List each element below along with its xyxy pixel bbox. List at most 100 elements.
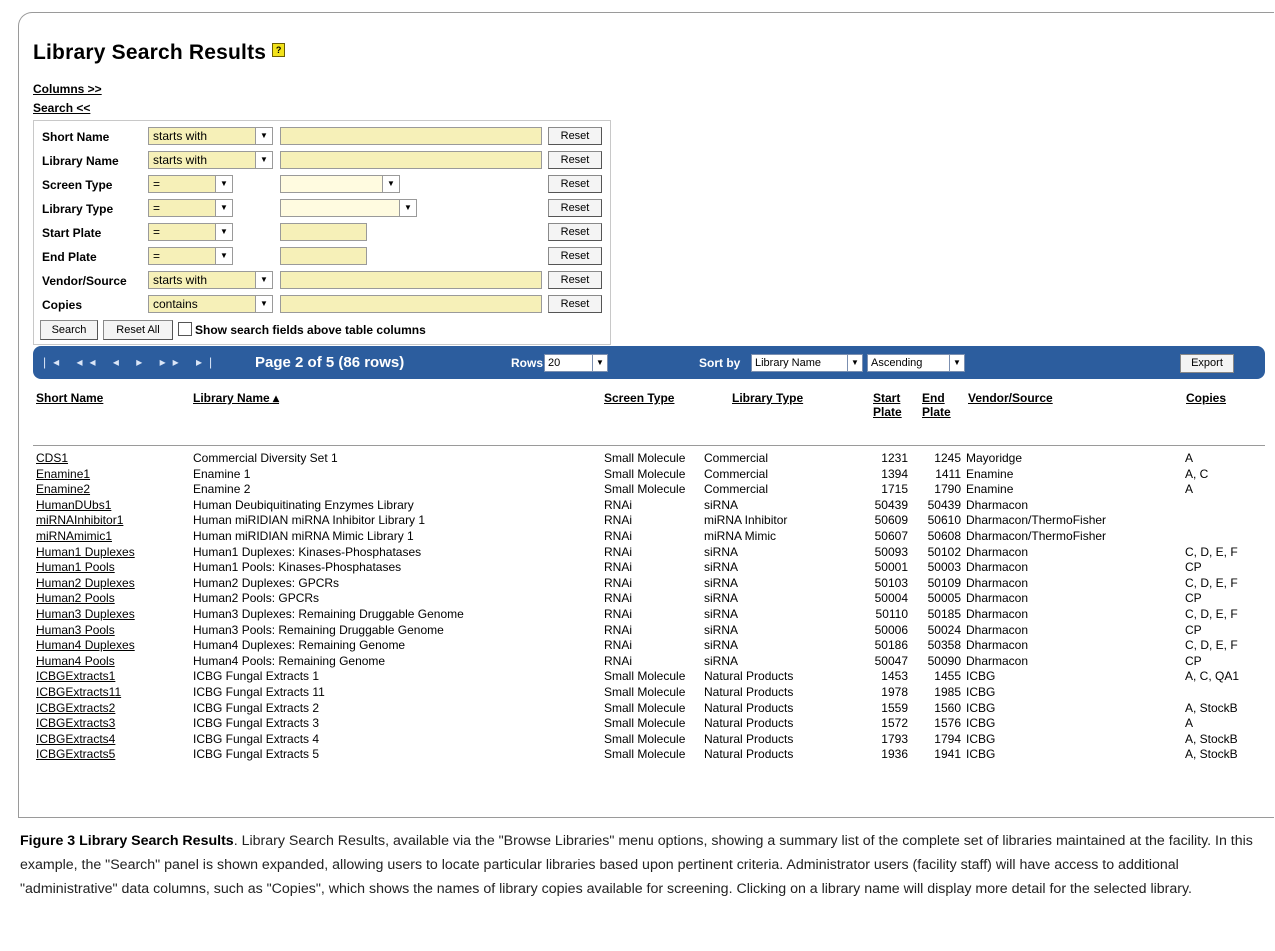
search-value-input[interactable] xyxy=(280,127,542,145)
screen-type-select[interactable]: ▼ xyxy=(280,175,400,193)
reset-button[interactable]: Reset xyxy=(548,223,602,241)
operator-select[interactable]: starts with ▼ xyxy=(148,151,273,169)
back-icon[interactable]: ◂ xyxy=(113,355,126,369)
start-plate-cell: 50103 xyxy=(874,575,908,590)
start-plate-cell: 1936 xyxy=(881,747,908,762)
short-name-link[interactable]: Human1 Duplexes xyxy=(36,545,135,560)
operator-select[interactable]: starts with ▼ xyxy=(148,127,273,145)
reset-button[interactable]: Reset xyxy=(548,199,602,217)
fast-forward-icon[interactable]: ▸▸ xyxy=(160,355,186,369)
short-name-link[interactable]: Human3 Duplexes xyxy=(36,607,135,622)
caption-label: Figure 3 Library Search Results xyxy=(20,833,234,849)
sort-order-select[interactable]: Ascending ▼ xyxy=(867,354,965,372)
short-name-link[interactable]: ICBGExtracts4 xyxy=(36,732,115,747)
short-name-link[interactable]: Human4 Duplexes xyxy=(36,638,135,653)
header-short-name[interactable]: Short Name xyxy=(36,391,103,405)
search-button[interactable]: Search xyxy=(40,320,98,340)
checkbox[interactable] xyxy=(178,322,192,336)
show-fields-option[interactable]: Show search fields above table columns xyxy=(178,322,426,337)
sort-field-select[interactable]: Library Name ▼ xyxy=(751,354,863,372)
operator-select[interactable]: = ▼ xyxy=(148,199,233,217)
reset-button[interactable]: Reset xyxy=(548,175,602,193)
export-button[interactable]: Export xyxy=(1180,354,1234,373)
pager-nav-icons[interactable]: |◂ ◂◂ ◂ ▸ ▸▸ ▸| xyxy=(43,355,219,369)
reset-button[interactable]: Reset xyxy=(548,271,602,289)
library-name-cell: Commercial Diversity Set 1 xyxy=(193,451,338,465)
header-copies[interactable]: Copies xyxy=(1186,391,1226,405)
short-name-link[interactable]: ICBGExtracts3 xyxy=(36,716,115,731)
header-start-plate[interactable]: Start Plate xyxy=(873,391,902,419)
reset-button[interactable]: Reset xyxy=(548,295,602,313)
search-label: Short Name xyxy=(42,130,110,144)
short-name-link[interactable]: Human2 Pools xyxy=(36,591,115,606)
short-name-link[interactable]: Human3 Pools xyxy=(36,623,115,638)
vendor-cell: Dharmacon xyxy=(966,575,1029,590)
columns-toggle[interactable]: Columns >> xyxy=(33,82,102,96)
search-row-start-plate: Start Plate = ▼ Reset xyxy=(34,223,612,243)
search-toggle[interactable]: Search << xyxy=(33,101,90,115)
vendor-cell: ICBG xyxy=(966,747,996,762)
header-vendor[interactable]: Vendor/Source xyxy=(968,391,1053,405)
end-plate-cell: 50005 xyxy=(927,591,961,606)
short-name-link[interactable]: miRNAInhibitor1 xyxy=(36,513,123,528)
search-value-input[interactable] xyxy=(280,295,542,313)
search-label: Library Type xyxy=(42,202,114,216)
vendor-cell: Dharmacon xyxy=(966,653,1029,668)
end-plate-cell: 1790 xyxy=(934,482,961,497)
short-name-link[interactable]: ICBGExtracts1 xyxy=(36,669,115,684)
vendor-cell: Dharmacon xyxy=(966,607,1029,621)
short-name-link[interactable]: Enamine2 xyxy=(36,482,90,497)
last-page-icon[interactable]: ▸| xyxy=(196,355,219,369)
operator-select[interactable]: = ▼ xyxy=(148,223,233,241)
reset-button[interactable]: Reset xyxy=(548,247,602,265)
header-library-name[interactable]: Library Name ▴ xyxy=(193,391,279,405)
end-plate-cell: 50102 xyxy=(927,544,961,559)
reset-button[interactable]: Reset xyxy=(548,151,602,169)
first-page-icon[interactable]: |◂ xyxy=(43,355,66,369)
short-name-link[interactable]: CDS1 xyxy=(36,451,68,466)
header-end-plate[interactable]: End Plate xyxy=(922,391,951,419)
chevron-down-icon: ▼ xyxy=(255,272,272,288)
library-type-cell: siRNA xyxy=(704,653,739,668)
library-name-cell: ICBG Fungal Extracts 3 xyxy=(193,716,320,731)
operator-select[interactable]: = ▼ xyxy=(148,247,233,265)
library-name-cell: Human3 Pools: Remaining Druggable Genome xyxy=(193,622,444,637)
operator-select[interactable]: contains ▼ xyxy=(148,295,273,313)
short-name-link[interactable]: ICBGExtracts11 xyxy=(36,685,121,700)
library-type-cell: siRNA xyxy=(704,560,739,575)
screen-type-cell: Small Molecule xyxy=(604,482,686,497)
fast-back-icon[interactable]: ◂◂ xyxy=(76,355,102,369)
forward-icon[interactable]: ▸ xyxy=(136,355,149,369)
reset-button[interactable]: Reset xyxy=(548,127,602,145)
search-row-library-name: Library Name starts with ▼ Reset xyxy=(34,151,612,171)
chevron-down-icon: ▼ xyxy=(847,355,862,371)
short-name-link[interactable]: Human2 Duplexes xyxy=(36,576,135,591)
search-value-input[interactable] xyxy=(280,223,367,241)
library-type-select[interactable]: ▼ xyxy=(280,199,417,217)
library-name-cell: ICBG Fungal Extracts 4 xyxy=(193,731,320,746)
copies-cell: C, D, E, F xyxy=(1185,544,1238,559)
search-value-input[interactable] xyxy=(280,151,542,169)
vendor-cell: Enamine xyxy=(966,466,1014,481)
short-name-link[interactable]: Human1 Pools xyxy=(36,560,115,575)
search-value-input[interactable] xyxy=(280,247,367,265)
library-type-cell: siRNA xyxy=(704,638,739,653)
reset-all-button[interactable]: Reset All xyxy=(103,320,173,340)
short-name-link[interactable]: ICBGExtracts2 xyxy=(36,701,115,716)
end-plate-cell: 1560 xyxy=(934,700,961,715)
short-name-link[interactable]: Human4 Pools xyxy=(36,654,115,669)
header-screen-type[interactable]: Screen Type xyxy=(604,391,674,405)
short-name-link[interactable]: Enamine1 xyxy=(36,467,90,482)
short-name-link[interactable]: HumanDUbs1 xyxy=(36,498,111,513)
start-plate-cell: 50110 xyxy=(875,607,908,621)
operator-select[interactable]: = ▼ xyxy=(148,175,233,193)
short-name-link[interactable]: ICBGExtracts5 xyxy=(36,747,115,762)
rows-select[interactable]: 20 ▼ xyxy=(544,354,608,372)
search-value-input[interactable] xyxy=(280,271,542,289)
help-icon[interactable]: ? xyxy=(272,43,286,57)
chevron-down-icon: ▼ xyxy=(592,355,607,371)
header-library-type[interactable]: Library Type xyxy=(732,391,803,405)
operator-select[interactable]: starts with ▼ xyxy=(148,271,273,289)
short-name-link[interactable]: miRNAmimic1 xyxy=(36,529,112,544)
library-type-cell: Commercial xyxy=(704,466,769,481)
